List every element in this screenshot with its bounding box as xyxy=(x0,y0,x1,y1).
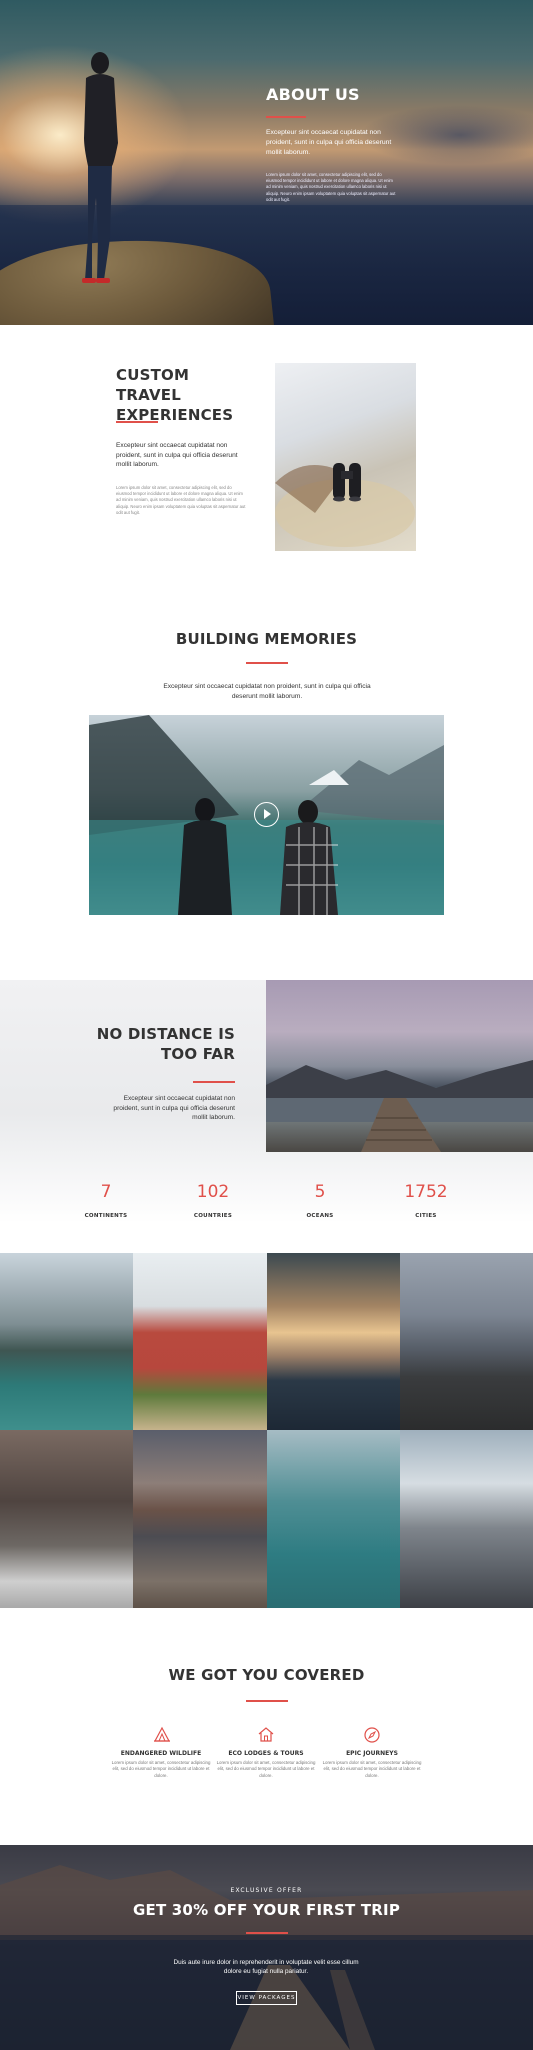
dock-lake-image xyxy=(266,980,533,1152)
feature-title: EPIC JOURNEYS xyxy=(346,1750,398,1757)
covered-section: WE GOT YOU COVERED ENDANGERED WILDLIFE L… xyxy=(0,1608,533,1845)
cta-title: GET 30% OFF YOUR FIRST TRIP xyxy=(132,1901,401,1919)
cta-background-illustration xyxy=(0,1865,533,2050)
feature-desc: Lorem ipsum dolor sit amet, consectetur … xyxy=(216,1760,316,1778)
feature-desc: Lorem ipsum dolor sit amet, consectetur … xyxy=(322,1760,422,1778)
stat-cities-value: 1752 xyxy=(404,1182,448,1202)
memories-lead: Excepteur sint occaecat cupidatat non pr… xyxy=(163,683,371,700)
dock-illustration xyxy=(266,1060,533,1152)
stat-continents-value: 7 xyxy=(100,1182,112,1202)
stat-countries-label: COUNTRIES xyxy=(193,1213,233,1219)
photo-gallery xyxy=(0,1253,533,1608)
stat-continents-label: CONTINENTS xyxy=(84,1213,128,1219)
hero-person-image xyxy=(82,52,118,283)
stat-oceans-value: 5 xyxy=(314,1182,326,1202)
video-thumbnail[interactable] xyxy=(89,715,444,915)
house-icon xyxy=(258,1727,274,1742)
custom-title-rule xyxy=(116,421,158,423)
tent-icon xyxy=(153,1726,171,1742)
distance-lead: Excepteur sint occaecat cupidatat non pr… xyxy=(113,1095,235,1122)
about-body: Lorem ipsum dolor sit amet, consectetur … xyxy=(266,172,396,202)
gallery-image-hiker-rocks[interactable] xyxy=(0,1430,133,1608)
distance-title: NO DISTANCE IS TOO FAR xyxy=(96,1025,235,1063)
memories-title: BUILDING MEMORIES xyxy=(175,630,358,648)
stat-cities-label: CITIES xyxy=(415,1213,437,1219)
stat-countries-value: 102 xyxy=(196,1182,230,1202)
play-button[interactable] xyxy=(254,802,279,827)
custom-travel-section: CUSTOM TRAVEL EXPERIENCES Excepteur sint… xyxy=(0,325,533,570)
about-lead: Excepteur sint occaecat cupidatat non pr… xyxy=(266,129,392,156)
gallery-image-cliff[interactable] xyxy=(400,1253,533,1430)
custom-body: Lorem ipsum dolor sit amet, consectetur … xyxy=(116,485,246,515)
cta-eyebrow: EXCLUSIVE OFFER xyxy=(230,1887,303,1894)
distance-title-rule xyxy=(193,1081,235,1083)
about-title: ABOUT US xyxy=(266,85,360,104)
about-hero: ABOUT US Excepteur sint occaecat cupidat… xyxy=(0,0,533,325)
about-title-rule xyxy=(266,116,306,118)
compass-icon xyxy=(364,1727,380,1743)
memories-title-rule xyxy=(246,662,288,664)
gallery-image-pier[interactable] xyxy=(133,1430,267,1608)
cta-title-rule xyxy=(246,1932,288,1934)
gallery-image-man-lake[interactable] xyxy=(267,1430,400,1608)
binoculars-image xyxy=(275,363,416,551)
gallery-image-sunset-sea[interactable] xyxy=(267,1253,400,1430)
covered-title: WE GOT YOU COVERED xyxy=(168,1666,365,1684)
play-icon xyxy=(264,809,271,819)
feature-title: ECO LODGES & TOURS xyxy=(228,1750,304,1757)
binoculars-illustration xyxy=(275,463,415,547)
feature-title: ENDANGERED WILDLIFE xyxy=(120,1750,202,1757)
covered-title-rule xyxy=(246,1700,288,1702)
feature-desc: Lorem ipsum dolor sit amet, consectetur … xyxy=(111,1760,211,1778)
stat-oceans-label: OCEANS xyxy=(306,1213,334,1219)
distance-section: NO DISTANCE IS TOO FAR Excepteur sint oc… xyxy=(0,980,533,1223)
gallery-image-red-rocks[interactable] xyxy=(133,1253,267,1430)
memories-section: BUILDING MEMORIES Excepteur sint occaeca… xyxy=(0,570,533,920)
custom-lead: Excepteur sint occaecat cupidatat non pr… xyxy=(116,442,238,469)
cta-lead: Duis aute irure dolor in reprehenderit i… xyxy=(173,1959,359,1976)
exclusive-offer-section: EXCLUSIVE OFFER GET 30% OFF YOUR FIRST T… xyxy=(0,1845,533,2050)
gallery-image-lake[interactable] xyxy=(0,1253,133,1430)
custom-title: CUSTOM TRAVEL EXPERIENCES xyxy=(116,366,234,424)
gallery-image-rocky-shore[interactable] xyxy=(400,1430,533,1608)
view-packages-button[interactable]: VIEW PACKAGES xyxy=(236,1991,297,2005)
